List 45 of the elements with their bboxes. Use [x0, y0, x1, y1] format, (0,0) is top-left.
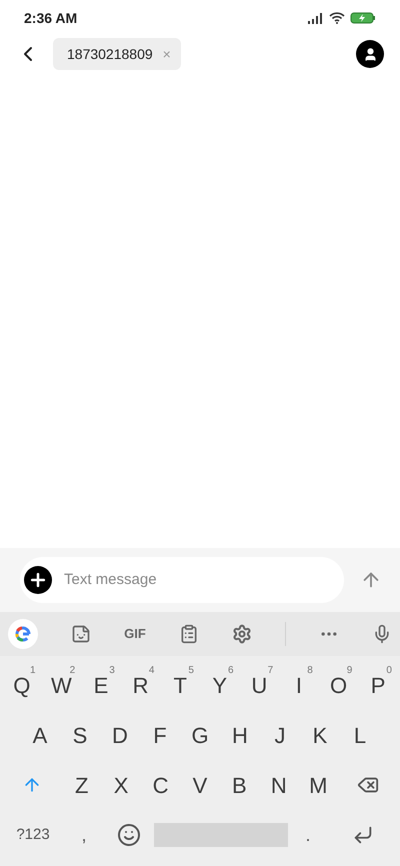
key-hint: 8 — [307, 664, 313, 678]
key-hint: 1 — [30, 664, 36, 678]
letter-key[interactable]: A — [20, 710, 60, 760]
letter-key[interactable]: G — [180, 710, 220, 760]
letter-key[interactable]: M — [298, 760, 338, 810]
letter-key[interactable]: Z — [62, 760, 102, 810]
key-hint: 7 — [268, 664, 274, 678]
letter-key[interactable]: X — [101, 760, 141, 810]
letter-key[interactable]: L — [340, 710, 380, 760]
period-key[interactable]: . — [288, 810, 328, 860]
letter-key[interactable]: J — [260, 710, 300, 760]
letter-key[interactable]: V — [180, 760, 220, 810]
google-icon[interactable] — [8, 619, 38, 649]
enter-icon — [352, 824, 374, 846]
contact-icon[interactable] — [356, 40, 384, 68]
message-field[interactable]: Text message — [20, 557, 344, 603]
add-icon[interactable] — [24, 566, 52, 594]
comma-key[interactable]: , — [64, 810, 104, 860]
letter-key[interactable]: N — [259, 760, 299, 810]
key-hint: 5 — [188, 664, 194, 678]
key-hint: 4 — [148, 664, 154, 678]
clipboard-icon[interactable] — [178, 624, 199, 644]
key-hint: 2 — [70, 664, 76, 678]
letter-key[interactable]: S — [60, 710, 100, 760]
gif-button[interactable]: GIF — [124, 624, 146, 644]
letter-key[interactable]: B — [220, 760, 260, 810]
key-hint: 9 — [346, 664, 352, 678]
battery-icon — [350, 12, 376, 24]
recipient-number: 18730218809 — [67, 44, 153, 64]
letter-key[interactable]: D — [100, 710, 140, 760]
letter-key[interactable]: F — [140, 710, 180, 760]
emoji-icon — [117, 823, 141, 847]
wifi-icon — [329, 12, 345, 24]
settings-icon[interactable] — [232, 624, 252, 644]
sticker-icon[interactable] — [71, 624, 92, 644]
letter-key[interactable]: C — [140, 760, 180, 810]
key-hint: 6 — [228, 664, 234, 678]
letter-key[interactable]: K — [300, 710, 340, 760]
letter-key[interactable]: I 8 — [279, 660, 319, 710]
signal-icon — [308, 12, 324, 24]
letter-key[interactable]: H — [220, 710, 260, 760]
key-hint: 0 — [386, 664, 392, 678]
key-hint: 3 — [109, 664, 115, 678]
symbols-key[interactable]: ?123 — [2, 810, 64, 860]
status-time: 2:36 AM — [24, 8, 78, 28]
